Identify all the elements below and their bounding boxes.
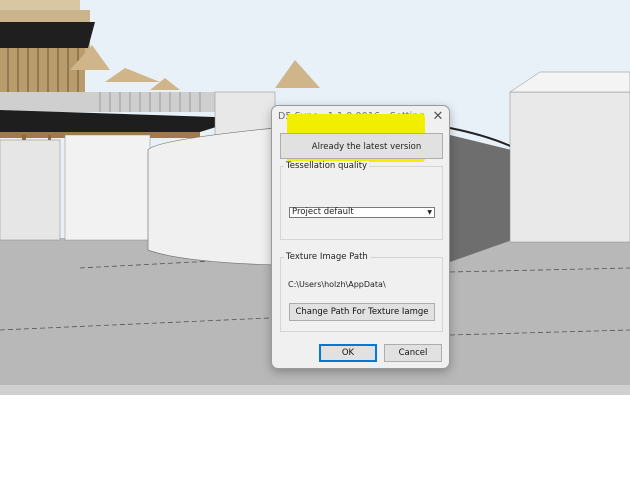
change-texture-path-button[interactable]: Change Path For Texture Iamge xyxy=(289,303,435,321)
texture-path-value: C:\Users\holzh\AppData\ xyxy=(288,280,386,289)
texture-image-path-label: Texture Image Path xyxy=(284,252,370,262)
tessellation-quality-group: Tessellation quality Project default ▼ xyxy=(280,161,443,240)
texture-image-path-group: Texture Image Path C:\Users\holzh\AppDat… xyxy=(280,252,443,332)
cancel-button[interactable]: Cancel xyxy=(384,344,442,362)
settings-dialog: D5 Sync - 1.1.0.0016 - Setting ✕ Already… xyxy=(271,105,450,369)
close-icon[interactable]: ✕ xyxy=(430,109,446,125)
dialog-title: D5 Sync - 1.1.0.0016 - Setting xyxy=(278,111,425,122)
tessellation-selected-value: Project default xyxy=(292,207,354,217)
ok-button[interactable]: OK xyxy=(319,344,377,362)
chevron-down-icon: ▼ xyxy=(427,209,432,216)
tessellation-quality-label: Tessellation quality xyxy=(284,161,370,171)
tessellation-quality-select[interactable]: Project default ▼ xyxy=(289,207,435,218)
version-status-label: Already the latest version xyxy=(311,142,422,152)
version-status-button[interactable]: Already the latest version xyxy=(280,133,443,159)
